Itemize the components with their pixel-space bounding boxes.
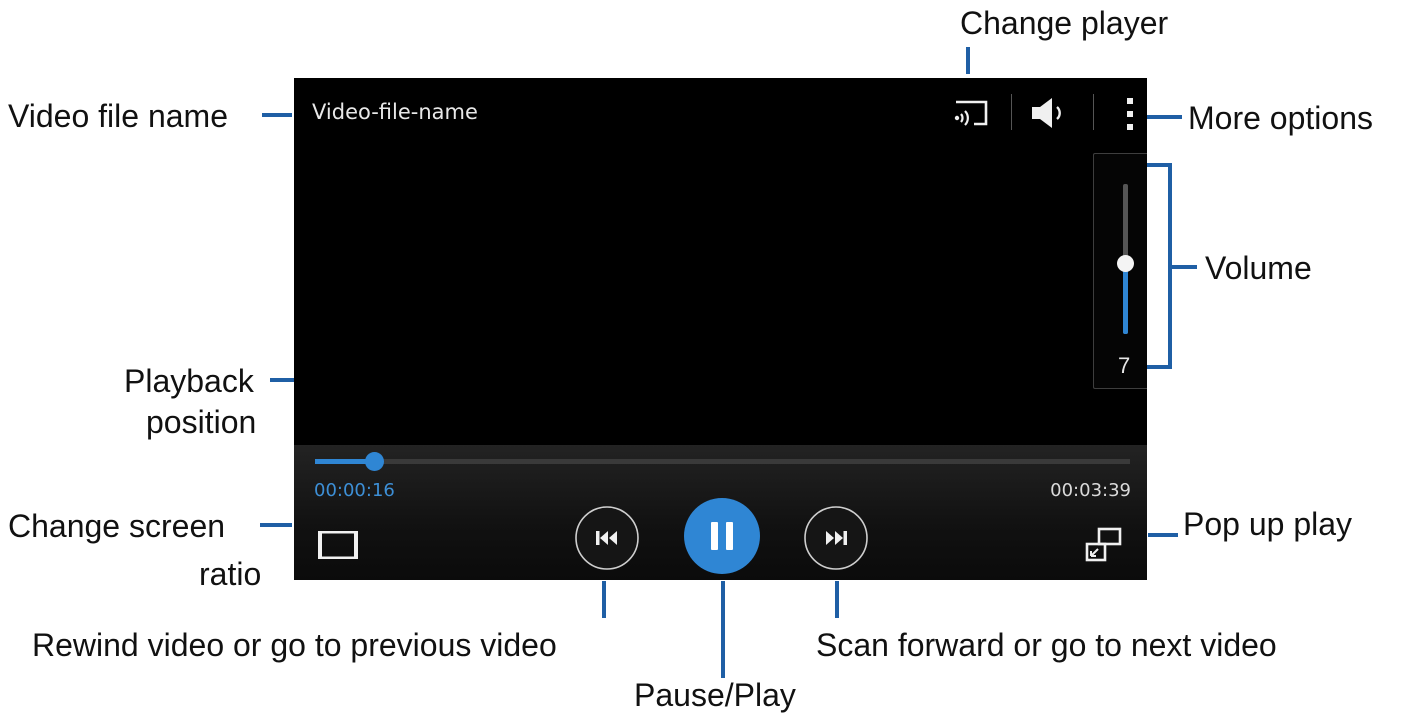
kebab-menu-icon[interactable]	[1122, 96, 1138, 132]
rewind-icon	[596, 531, 600, 545]
callout-more-options: More options	[1188, 100, 1373, 136]
fast-forward-button[interactable]	[803, 505, 869, 571]
callout-rewind: Rewind video or go to previous video	[32, 627, 557, 663]
callout-playback-position-line1: Playback	[124, 363, 254, 399]
volume-slider-fill	[1123, 263, 1128, 334]
callout-pop-up-play: Pop up play	[1183, 506, 1353, 542]
volume-slider-thumb[interactable]	[1117, 255, 1134, 272]
playback-position-thumb[interactable]	[365, 452, 384, 471]
pause-play-button[interactable]	[683, 497, 761, 575]
volume-value: 7	[1118, 353, 1131, 378]
callout-change-screen-ratio-line2: ratio	[199, 556, 262, 592]
volume-panel: 7	[1093, 153, 1147, 389]
callout-change-player: Change player	[960, 5, 1169, 41]
total-time: 00:03:39	[1050, 480, 1131, 501]
seek-bar[interactable]	[315, 452, 1130, 471]
callout-change-screen-ratio-line1: Change screen	[8, 508, 226, 544]
video-file-name: Video-file-name	[312, 100, 478, 124]
current-time: 00:00:16	[314, 480, 395, 501]
callout-scan-forward: Scan forward or go to next video	[816, 627, 1277, 663]
callout-pause-play: Pause/Play	[634, 677, 796, 713]
screen-ratio-icon[interactable]	[316, 528, 360, 562]
callout-playback-position-line2: position	[146, 404, 257, 440]
pop-up-play-icon[interactable]	[1082, 526, 1126, 566]
speaker-icon[interactable]	[1030, 96, 1070, 130]
callout-video-file-name: Video file name	[8, 98, 228, 134]
screen-mirroring-icon[interactable]	[948, 96, 992, 130]
playback-controls: 00:00:16 00:03:39	[294, 445, 1147, 580]
toolbar-divider	[1011, 94, 1012, 130]
callout-volume: Volume	[1205, 250, 1312, 286]
rewind-button[interactable]	[574, 505, 640, 571]
toolbar-divider	[1093, 94, 1094, 130]
video-player-screen[interactable]: Video-file-name 7 00:00:16 00:03:39	[294, 78, 1147, 580]
